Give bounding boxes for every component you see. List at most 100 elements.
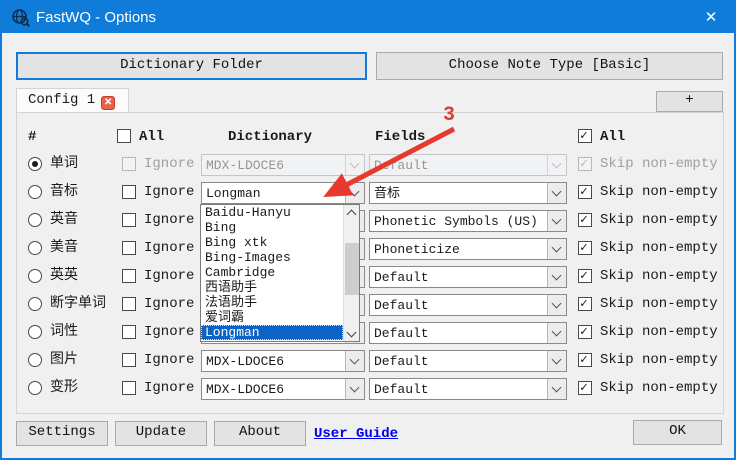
dropdown-item[interactable]: Cambridge	[201, 265, 343, 280]
skip-checkbox[interactable]	[578, 213, 592, 227]
ignore-checkbox[interactable]	[122, 269, 136, 283]
choose-note-type-button[interactable]: Choose Note Type [Basic]	[376, 52, 723, 80]
chevron-down-icon[interactable]	[345, 183, 364, 203]
chevron-down-icon[interactable]	[547, 295, 566, 315]
dropdown-item[interactable]: Bing-Images	[201, 250, 343, 265]
settings-button[interactable]: Settings	[16, 421, 108, 446]
skip-checkbox[interactable]	[578, 353, 592, 367]
row-radio[interactable]	[28, 185, 42, 199]
update-button[interactable]: Update	[115, 421, 207, 446]
dropdown-item[interactable]: Baidu-Hanyu	[201, 205, 343, 220]
chevron-down-icon[interactable]	[547, 379, 566, 399]
fields-combo[interactable]: Default	[369, 322, 567, 344]
all-left-checkbox[interactable]	[117, 129, 131, 143]
scrollbar-thumb[interactable]	[345, 243, 359, 295]
fields-combo[interactable]: Default	[369, 378, 567, 400]
fields-combo-value: 音标	[374, 185, 544, 202]
ignore-label: Ignore	[144, 211, 194, 229]
ignore-checkbox[interactable]	[122, 381, 136, 395]
chevron-down-icon[interactable]	[345, 351, 364, 371]
skip-label: Skip non-empty	[600, 351, 718, 369]
fields-combo[interactable]: Default	[369, 266, 567, 288]
dropdown-scrollbar[interactable]	[343, 205, 359, 341]
fields-combo-value: Default	[374, 381, 544, 398]
chevron-down-icon[interactable]	[345, 155, 364, 175]
ignore-checkbox[interactable]	[122, 325, 136, 339]
title-bar[interactable]: FastWQ - Options ✕	[2, 2, 734, 33]
header-number: #	[28, 128, 36, 146]
dictionary-dropdown-list: Baidu-HanyuBingBing xtkBing-ImagesCambri…	[200, 204, 360, 342]
chevron-down-icon[interactable]	[547, 183, 566, 203]
dropdown-item[interactable]: 西语助手	[201, 280, 343, 295]
dictionary-combo[interactable]: MDX-LDOCE6	[201, 350, 365, 372]
row-label: 词性	[50, 323, 78, 341]
dropdown-item[interactable]: Longman	[201, 325, 343, 340]
tab-close-icon[interactable]: ✕	[101, 96, 115, 110]
fields-combo[interactable]: Default	[369, 294, 567, 316]
fields-combo-value: Phoneticize	[374, 241, 544, 258]
chevron-down-icon[interactable]	[547, 211, 566, 231]
chevron-down-icon[interactable]	[547, 267, 566, 287]
row-label: 图片	[50, 351, 78, 369]
dropdown-item[interactable]: 法语助手	[201, 295, 343, 310]
skip-checkbox[interactable]	[578, 185, 592, 199]
close-button[interactable]: ✕	[694, 4, 728, 31]
skip-label: Skip non-empty	[600, 267, 718, 285]
tab-config-1[interactable]: Config 1✕	[16, 88, 129, 113]
add-tab-button[interactable]: +	[656, 91, 723, 112]
all-right-checkbox[interactable]	[578, 129, 592, 143]
chevron-down-icon[interactable]	[547, 239, 566, 259]
dictionary-combo[interactable]: Longman	[201, 182, 365, 204]
row-label: 美音	[50, 239, 78, 257]
fields-combo[interactable]: Phoneticize	[369, 238, 567, 260]
row-radio[interactable]	[28, 269, 42, 283]
scroll-up-icon[interactable]	[344, 205, 360, 220]
skip-label: Skip non-empty	[600, 379, 718, 397]
about-button[interactable]: About	[214, 421, 306, 446]
ignore-checkbox[interactable]	[122, 353, 136, 367]
window-title: FastWQ - Options	[36, 2, 156, 33]
row-radio[interactable]	[28, 381, 42, 395]
skip-checkbox[interactable]	[578, 157, 592, 171]
skip-checkbox[interactable]	[578, 241, 592, 255]
dictionary-combo[interactable]: MDX-LDOCE6	[201, 154, 365, 176]
skip-checkbox[interactable]	[578, 325, 592, 339]
ignore-checkbox[interactable]	[122, 297, 136, 311]
skip-checkbox[interactable]	[578, 297, 592, 311]
dropdown-item[interactable]: 爱词霸	[201, 310, 343, 325]
ignore-checkbox[interactable]	[122, 213, 136, 227]
dictionary-combo[interactable]: MDX-LDOCE6	[201, 378, 365, 400]
skip-label: Skip non-empty	[600, 295, 718, 313]
fields-combo-value: Default	[374, 353, 544, 370]
dropdown-item[interactable]: Bing xtk	[201, 235, 343, 250]
fields-combo[interactable]: Phonetic Symbols (US)	[369, 210, 567, 232]
ignore-label: Ignore	[144, 155, 194, 173]
skip-checkbox[interactable]	[578, 381, 592, 395]
dropdown-item[interactable]: Bing	[201, 220, 343, 235]
chevron-down-icon[interactable]	[547, 155, 566, 175]
chevron-down-icon[interactable]	[547, 323, 566, 343]
fields-combo[interactable]: 音标	[369, 182, 567, 204]
ignore-checkbox[interactable]	[122, 185, 136, 199]
skip-checkbox[interactable]	[578, 269, 592, 283]
row-radio[interactable]	[28, 241, 42, 255]
ignore-checkbox[interactable]	[122, 241, 136, 255]
app-globe-icon	[11, 8, 30, 27]
chevron-down-icon[interactable]	[547, 351, 566, 371]
fields-combo-value: Default	[374, 297, 544, 314]
user-guide-link[interactable]: User Guide	[314, 426, 398, 442]
row-radio[interactable]	[28, 157, 42, 171]
ignore-checkbox[interactable]	[122, 157, 136, 171]
dictionary-combo-value: MDX-LDOCE6	[206, 157, 342, 174]
row-radio[interactable]	[28, 213, 42, 227]
fields-combo[interactable]: Default	[369, 154, 567, 176]
scroll-down-icon[interactable]	[344, 326, 360, 341]
dictionary-folder-button[interactable]: Dictionary Folder	[16, 52, 367, 80]
row-radio[interactable]	[28, 325, 42, 339]
fields-combo[interactable]: Default	[369, 350, 567, 372]
row-radio[interactable]	[28, 297, 42, 311]
chevron-down-icon[interactable]	[345, 379, 364, 399]
fields-combo-value: Default	[374, 269, 544, 286]
row-radio[interactable]	[28, 353, 42, 367]
ok-button[interactable]: OK	[633, 420, 722, 445]
